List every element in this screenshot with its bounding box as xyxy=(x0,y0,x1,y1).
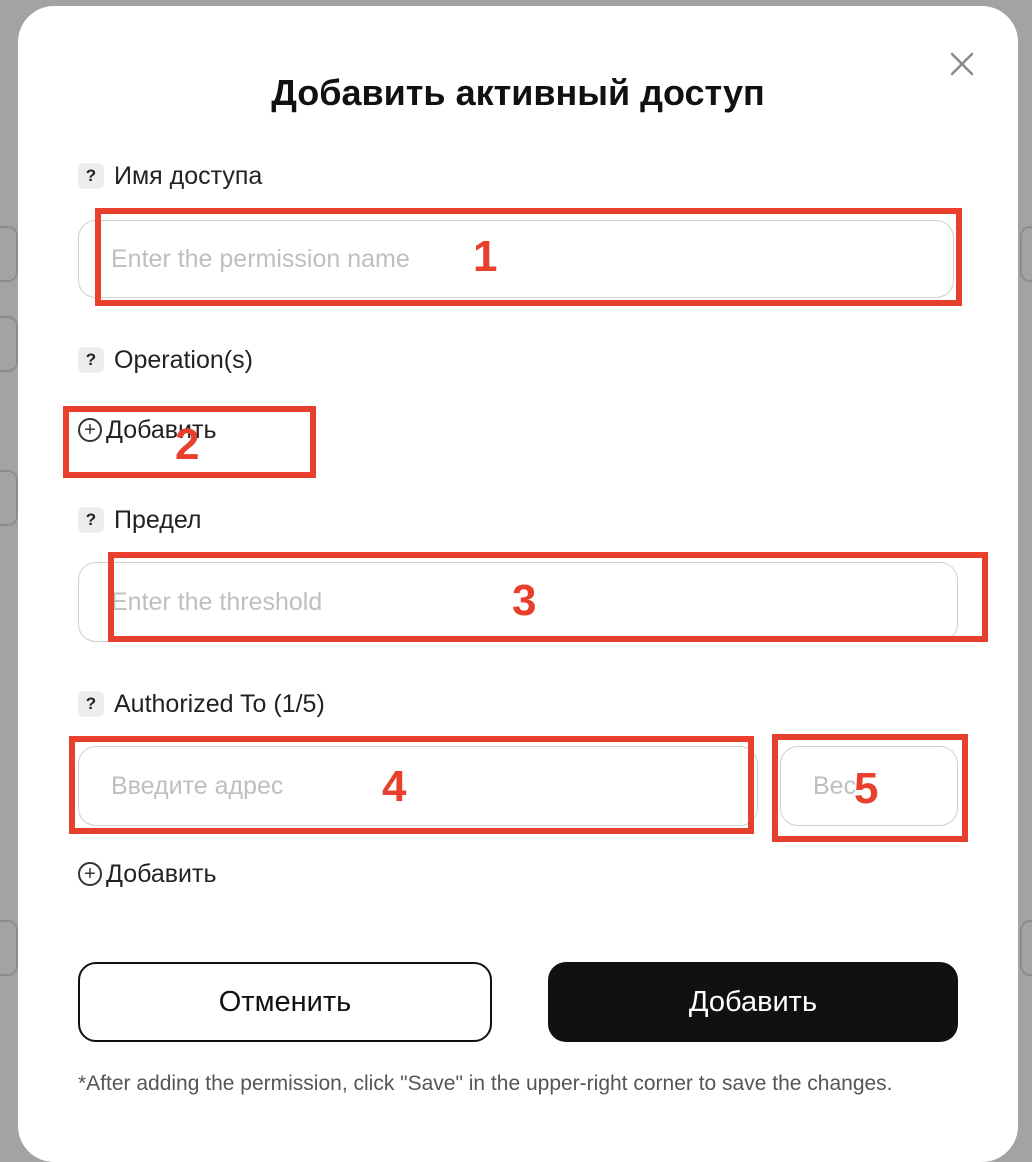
background-input xyxy=(0,226,18,282)
background-input xyxy=(1020,920,1032,976)
help-icon[interactable]: ? xyxy=(78,347,104,373)
add-permission-modal: Добавить активный доступ ? Имя доступа ?… xyxy=(18,6,1018,1162)
background-input xyxy=(0,470,18,526)
add-button[interactable]: Добавить xyxy=(548,962,958,1042)
address-input[interactable] xyxy=(78,746,758,826)
background-input xyxy=(1020,226,1032,282)
modal-title: Добавить активный доступ xyxy=(271,72,765,113)
operations-label-text: Operation(s) xyxy=(114,345,253,374)
save-reminder-note: *After adding the permission, click "Sav… xyxy=(78,1072,893,1095)
threshold-input[interactable] xyxy=(78,562,958,642)
background-input xyxy=(0,316,18,372)
authorized-to-label: ? Authorized To (1/5) xyxy=(78,686,325,722)
authorized-to-label-text: Authorized To (1/5) xyxy=(114,689,325,718)
permission-name-input[interactable] xyxy=(78,220,954,298)
plus-circle-icon: + xyxy=(78,862,102,886)
plus-circle-icon: + xyxy=(78,418,102,442)
help-icon[interactable]: ? xyxy=(78,691,104,717)
add-address-label: Добавить xyxy=(106,859,217,888)
add-operation-button[interactable]: + Добавить xyxy=(78,412,217,448)
operations-label: ? Operation(s) xyxy=(78,342,253,378)
weight-input[interactable] xyxy=(780,746,958,826)
permission-name-label-text: Имя доступа xyxy=(114,161,263,190)
background-input xyxy=(0,920,18,976)
threshold-label: ? Предел xyxy=(78,502,201,538)
threshold-label-text: Предел xyxy=(114,505,202,534)
help-icon[interactable]: ? xyxy=(78,163,104,189)
cancel-button[interactable]: Отменить xyxy=(78,962,492,1042)
add-address-button[interactable]: + Добавить xyxy=(78,856,217,892)
add-operation-label: Добавить xyxy=(106,415,217,444)
help-icon[interactable]: ? xyxy=(78,507,104,533)
permission-name-label: ? Имя доступа xyxy=(78,158,262,194)
